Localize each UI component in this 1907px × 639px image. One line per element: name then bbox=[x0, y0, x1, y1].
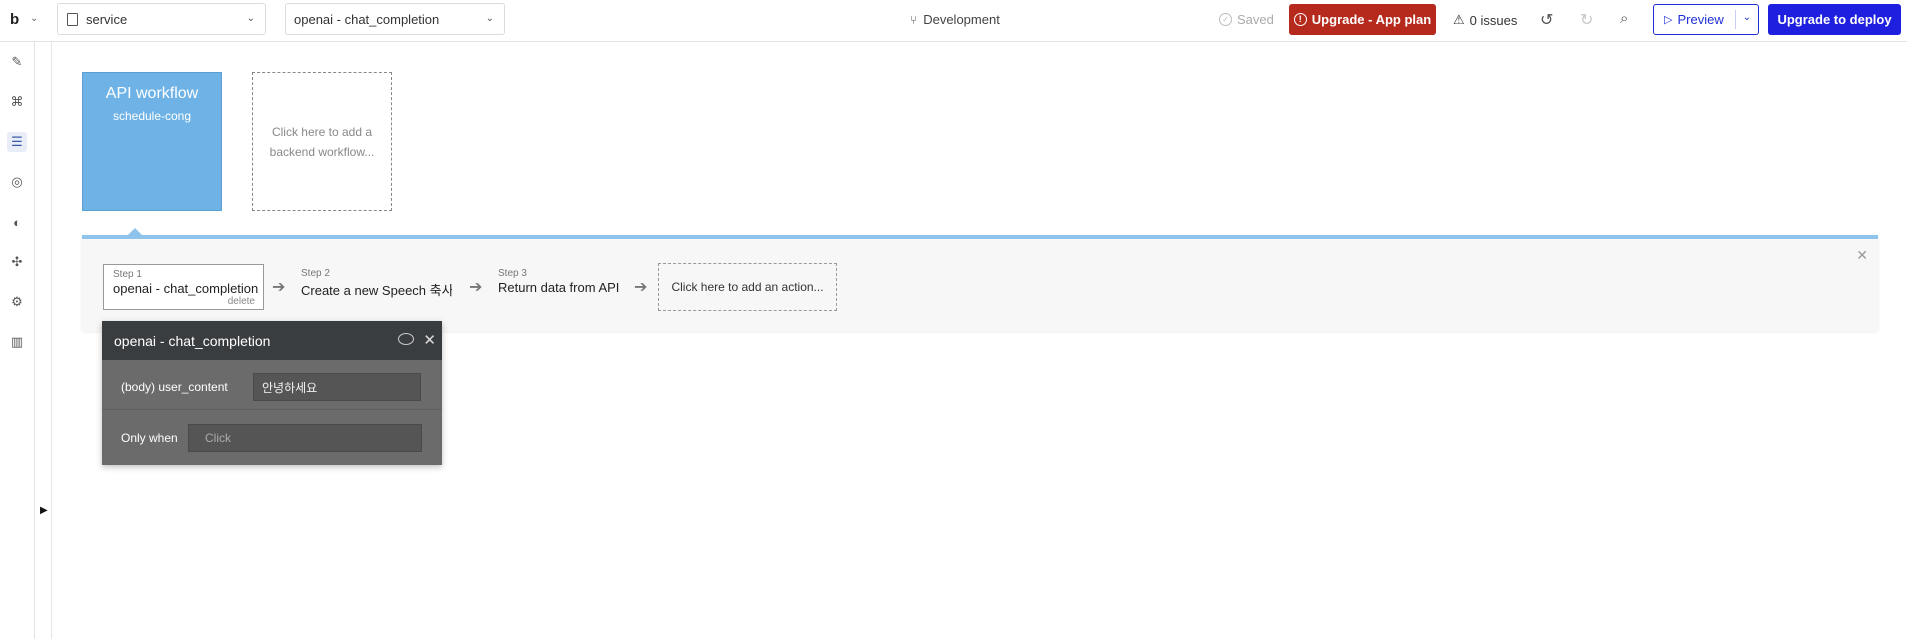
workflow-dropdown[interactable]: openai - chat_completion ⌄ bbox=[285, 3, 505, 35]
step-number: Step 3 bbox=[498, 268, 527, 279]
action-property-editor: openai - chat_completion ✕ (body) user_c… bbox=[102, 321, 442, 465]
page-icon bbox=[67, 12, 78, 26]
workflow-card-title: API workflow bbox=[105, 85, 199, 102]
issues-label: 0 issues bbox=[1469, 12, 1518, 28]
preview-divider bbox=[1735, 10, 1736, 29]
branch-selector[interactable]: ⑂ Development bbox=[910, 12, 1000, 27]
chevron-down-icon: ⌄ bbox=[485, 13, 494, 24]
arrow-right-icon: ➔ bbox=[634, 279, 648, 296]
expand-panel-caret-icon[interactable]: ▶ bbox=[40, 505, 48, 516]
workflow-tab-icon[interactable]: ☰ bbox=[7, 132, 27, 152]
workflow-card-subtitle: schedule-cong bbox=[112, 109, 192, 123]
workflow-dropdown-label: openai - chat_completion bbox=[294, 11, 440, 27]
page-dropdown-label: service bbox=[86, 11, 128, 27]
arrow-right-icon: ➔ bbox=[469, 279, 483, 296]
saved-status: ✓ Saved bbox=[1219, 12, 1274, 27]
plugins-tab-plug-icon[interactable]: ✣ bbox=[7, 252, 27, 272]
sidebar-secondary-column bbox=[35, 42, 52, 639]
alert-circle-icon: ! bbox=[1293, 13, 1307, 26]
close-icon[interactable]: ✕ bbox=[423, 331, 436, 349]
step-label: Create a new Speech 축사... bbox=[301, 283, 452, 298]
close-icon[interactable]: ✕ bbox=[1856, 247, 1868, 264]
step-number: Step 1 bbox=[113, 269, 142, 280]
hierarchy-tab-icon[interactable]: ⌘ bbox=[7, 92, 27, 112]
design-tab-pencil-icon[interactable]: ✎ bbox=[7, 52, 27, 72]
step-label: openai - chat_completion bbox=[113, 281, 259, 296]
play-icon: ▷ bbox=[1664, 14, 1673, 26]
api-workflow-card[interactable]: API workflow schedule-cong bbox=[82, 72, 222, 211]
chevron-down-icon[interactable]: ⌄ bbox=[1743, 12, 1751, 23]
step-1[interactable]: Step 1 openai - chat_completion delete bbox=[103, 264, 264, 310]
preview-button[interactable]: ▷ Preview ⌄ bbox=[1653, 4, 1759, 35]
only-when-input[interactable]: Click bbox=[188, 424, 422, 452]
field-value: 안녕하세요 bbox=[262, 380, 318, 395]
search-icon[interactable]: ⌕ bbox=[1620, 10, 1628, 27]
upgrade-plan-label: Upgrade - App plan bbox=[1311, 12, 1432, 27]
check-circle-icon: ✓ bbox=[1219, 13, 1232, 26]
only-when-row: Only when Click bbox=[102, 422, 442, 454]
workflow-steps-panel: ✕ Step 1 openai - chat_completion delete… bbox=[82, 235, 1878, 331]
delete-step-link[interactable]: delete bbox=[228, 296, 255, 307]
upgrade-to-deploy-button[interactable]: Upgrade to deploy bbox=[1768, 4, 1901, 35]
bubble-logo[interactable]: b bbox=[10, 11, 19, 28]
deploy-label: Upgrade to deploy bbox=[1777, 12, 1892, 27]
step-3[interactable]: Step 3 Return data from API bbox=[489, 264, 629, 310]
add-workflow-label: Click here to add a backend workflow... bbox=[269, 124, 375, 159]
add-backend-workflow-placeholder[interactable]: Click here to add a backend workflow... bbox=[252, 72, 392, 211]
field-placeholder: Click bbox=[205, 431, 231, 445]
logo-chevron-down-icon[interactable]: ⌄ bbox=[30, 13, 38, 24]
settings-tab-gear-icon[interactable]: ⚙ bbox=[7, 292, 27, 312]
field-label: (body) user_content bbox=[121, 380, 228, 394]
field-label: Only when bbox=[121, 431, 178, 445]
step-number: Step 2 bbox=[301, 268, 330, 279]
warning-triangle-icon: ⚠ bbox=[1453, 12, 1465, 27]
divider bbox=[102, 409, 442, 410]
upgrade-plan-button[interactable]: ! Upgrade - App plan bbox=[1289, 4, 1436, 35]
redo-icon[interactable]: ↻ bbox=[1580, 10, 1593, 30]
left-sidebar: ✎ ⌘ ☰ ◎ ◐ ✣ ⚙ ▥ bbox=[0, 42, 35, 639]
step-2[interactable]: Step 2 Create a new Speech 축사... bbox=[292, 264, 452, 310]
property-editor-header[interactable]: openai - chat_completion ✕ bbox=[102, 321, 442, 360]
issues-button[interactable]: ⚠ 0 issues bbox=[1453, 12, 1517, 28]
branch-label: Development bbox=[923, 12, 1000, 27]
styles-tab-palette-icon[interactable]: ◐ bbox=[7, 212, 27, 232]
chevron-down-icon: ⌄ bbox=[246, 13, 255, 24]
data-tab-database-icon[interactable]: ◎ bbox=[7, 172, 27, 192]
user-content-input[interactable]: 안녕하세요 bbox=[253, 373, 421, 401]
preview-label: Preview bbox=[1677, 12, 1724, 27]
step-label: Return data from API bbox=[498, 280, 620, 295]
arrow-right-icon: ➔ bbox=[272, 279, 286, 296]
logs-tab-chart-icon[interactable]: ▥ bbox=[7, 332, 27, 352]
saved-label: Saved bbox=[1237, 12, 1274, 27]
add-action-label: Click here to add an action... bbox=[671, 280, 824, 294]
branch-icon: ⑂ bbox=[910, 12, 918, 27]
property-editor-title: openai - chat_completion bbox=[114, 332, 271, 349]
top-toolbar: b ⌄ service ⌄ openai - chat_completion ⌄… bbox=[0, 0, 1907, 42]
comment-icon[interactable] bbox=[398, 333, 414, 345]
add-action-placeholder[interactable]: Click here to add an action... bbox=[658, 263, 837, 311]
undo-icon[interactable]: ↺ bbox=[1540, 10, 1553, 30]
page-dropdown[interactable]: service ⌄ bbox=[57, 3, 266, 35]
user-content-row: (body) user_content 안녕하세요 bbox=[102, 371, 442, 403]
